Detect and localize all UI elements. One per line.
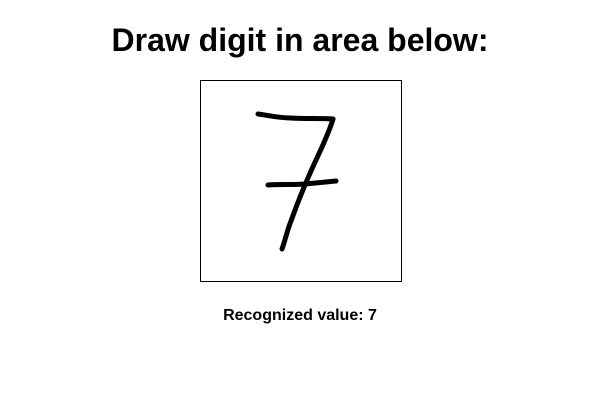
- drawing-canvas[interactable]: [200, 80, 402, 282]
- recognized-value-label: Recognized value:: [223, 307, 364, 324]
- digit-crossbar-stroke: [265, 178, 339, 188]
- recognition-result: Recognized value: 7: [0, 306, 600, 326]
- page-heading: Draw digit in area below:: [111, 22, 489, 58]
- recognized-value: 7: [368, 307, 377, 324]
- digit-top-stroke: [255, 111, 336, 122]
- drawn-strokes: [255, 111, 339, 252]
